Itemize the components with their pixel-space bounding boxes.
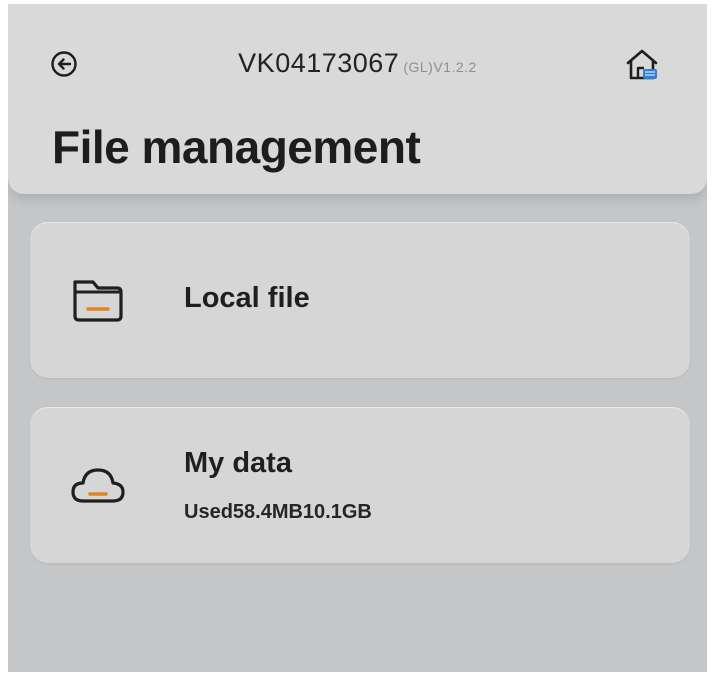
my-data-icon-wrap [66,455,130,519]
my-data-card[interactable]: My data Used58.4MB10.1GB [30,407,690,563]
device-title: VK04173067 (GL)V1.2.2 [8,48,707,79]
local-file-label: Local file [184,282,310,314]
home-icon [626,49,658,80]
home-button[interactable] [622,44,662,84]
version-label: (GL)V1.2.2 [403,59,477,75]
folder-icon [73,280,123,322]
header: VK04173067 (GL)V1.2.2 File management [8,4,707,194]
device-id: VK04173067 [238,48,400,78]
my-data-label: My data [184,447,292,479]
cloud-icon [71,468,125,503]
local-file-card[interactable]: Local file [30,222,690,378]
local-file-icon-wrap [66,268,130,332]
page-title: File management [52,121,421,173]
storage-usage: Used58.4MB10.1GB [184,501,372,523]
app-screen: VK04173067 (GL)V1.2.2 File management Loc… [8,4,707,672]
